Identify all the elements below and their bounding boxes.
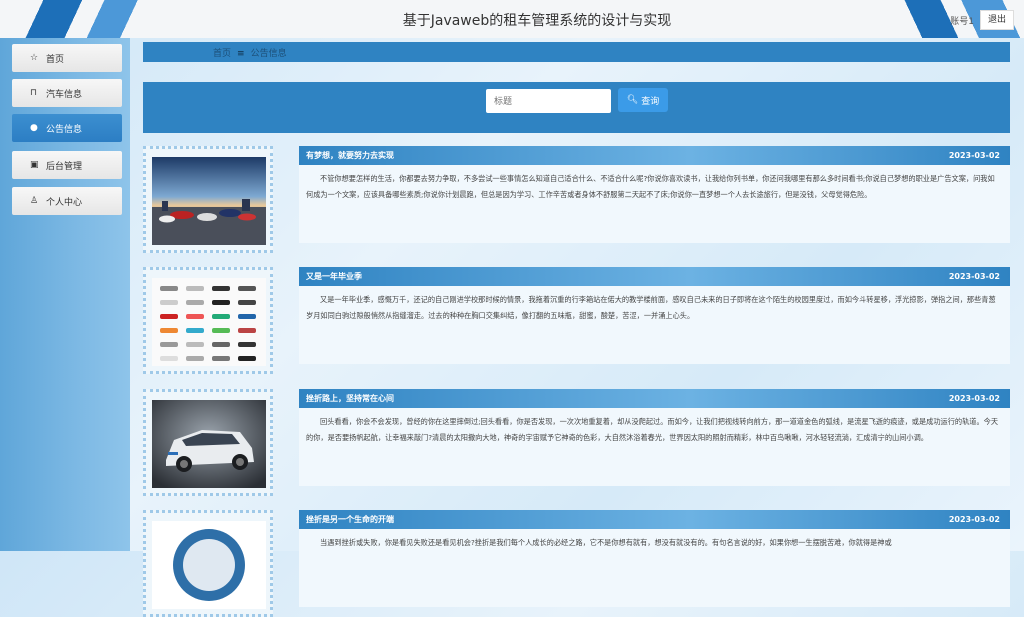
user-icon: ♙ (30, 196, 39, 206)
news-card[interactable]: 又是一年毕业季 2023-03-02 又是一年毕业季，感慨万千，还记的自己刚进学… (299, 267, 1010, 364)
news-card-header: 挫折路上，坚持常在心间 2023-03-02 (299, 389, 1010, 408)
star-icon: ☆ (30, 53, 39, 63)
news-content: 回头看看，你会不会发现，曾经的你在这里摔倒过;回头看看，你是否发现，一次次地重复… (306, 417, 999, 442)
sidebar-item-label: 首页 (46, 54, 65, 65)
sidebar-item-admin[interactable]: ▣ 后台管理 (2, 148, 130, 182)
account-name: 账号1 (950, 17, 974, 27)
news-title[interactable]: 挫折路上，坚持常在心间 (306, 393, 394, 404)
cars-parking-lot-image (152, 157, 266, 245)
sidebar-item-label: 个人中心 (46, 197, 83, 208)
search-bar: 🔍︎查询 (143, 82, 1010, 133)
news-date: 2023-03-02 (948, 394, 1000, 403)
search-input[interactable] (486, 89, 611, 113)
news-thumbnail[interactable] (143, 389, 273, 496)
news-title[interactable]: 挫折是另一个生命的开端 (306, 514, 394, 525)
news-content: 不管你想要怎样的生活，你都要去努力争取，不多尝试一些事情怎么知道自己适合什么、不… (306, 174, 995, 199)
news-thumbnail[interactable] (143, 146, 273, 253)
news-card[interactable]: 有梦想，就要努力去实现 2023-03-02 不管你想要怎样的生活，你都要去努力… (299, 146, 1010, 243)
news-card[interactable]: 挫折路上，坚持常在心间 2023-03-02 回头看看，你会不会发现，曾经的你在… (299, 389, 1010, 486)
sidebar-item-notices[interactable]: ● 公告信息 (2, 111, 130, 145)
sidebar-item-label: 汽车信息 (46, 89, 83, 100)
cabinet-icon: ▣ (30, 160, 39, 170)
sidebar-item-label: 公告信息 (46, 124, 83, 135)
search-icon: 🔍︎ (626, 95, 639, 105)
news-title[interactable]: 有梦想，就要努力去实现 (306, 150, 394, 161)
news-card-header: 挫折是另一个生命的开端 2023-03-02 (299, 510, 1010, 529)
sidebar-item-cars[interactable]: ⊓ 汽车信息 (2, 76, 130, 110)
breadcrumb: 首页 ≡ 公告信息 (143, 42, 1010, 62)
bag-icon: ⊓ (30, 88, 38, 98)
news-date: 2023-03-02 (948, 272, 1000, 281)
news-card[interactable]: 挫折是另一个生命的开端 2023-03-02 当遇到挫折或失败，你是看见失败还是… (299, 510, 1010, 607)
top-header: 基于Javaweb的租车管理系统的设计与实现 账号1 退出 (0, 0, 1024, 38)
white-suv-image (152, 400, 266, 488)
news-content: 又是一年毕业季，感慨万千，还记的自己刚进学校那时候的情景，我拖着沉重的行李箱站在… (306, 295, 996, 320)
sidebar: ☆ 首页 ⊓ 汽车信息 ● 公告信息 ▣ 后台管理 ♙ 个人中心 (0, 38, 130, 551)
news-card-header: 有梦想，就要努力去实现 2023-03-02 (299, 146, 1010, 165)
logout-button[interactable]: 退出 (980, 10, 1014, 30)
breadcrumb-home[interactable]: 首页 (213, 49, 231, 59)
news-card-header: 又是一年毕业季 2023-03-02 (299, 267, 1010, 286)
news-thumbnail[interactable] (143, 510, 273, 617)
search-button-label: 查询 (641, 96, 660, 107)
breadcrumb-current: 公告信息 (250, 49, 287, 59)
sidebar-item-profile[interactable]: ♙ 个人中心 (2, 184, 130, 218)
breadcrumb-separator: ≡ (237, 49, 245, 59)
car-collection-image (152, 278, 266, 366)
news-date: 2023-03-02 (948, 151, 1000, 160)
news-date: 2023-03-02 (948, 515, 1000, 524)
steering-wheel-image (152, 521, 266, 609)
sidebar-item-home[interactable]: ☆ 首页 (2, 41, 130, 75)
news-thumbnail[interactable] (143, 267, 273, 374)
site-title: 基于Javaweb的租车管理系统的设计与实现 (402, 13, 672, 29)
info-icon: ● (30, 123, 38, 133)
news-content: 当遇到挫折或失败，你是看见失败还是看见机会?挫折是我们每个人成长的必经之路，它不… (320, 538, 892, 547)
search-button[interactable]: 🔍︎ 查询 (618, 88, 668, 112)
sidebar-item-label: 后台管理 (46, 161, 83, 172)
news-title[interactable]: 又是一年毕业季 (306, 271, 362, 282)
